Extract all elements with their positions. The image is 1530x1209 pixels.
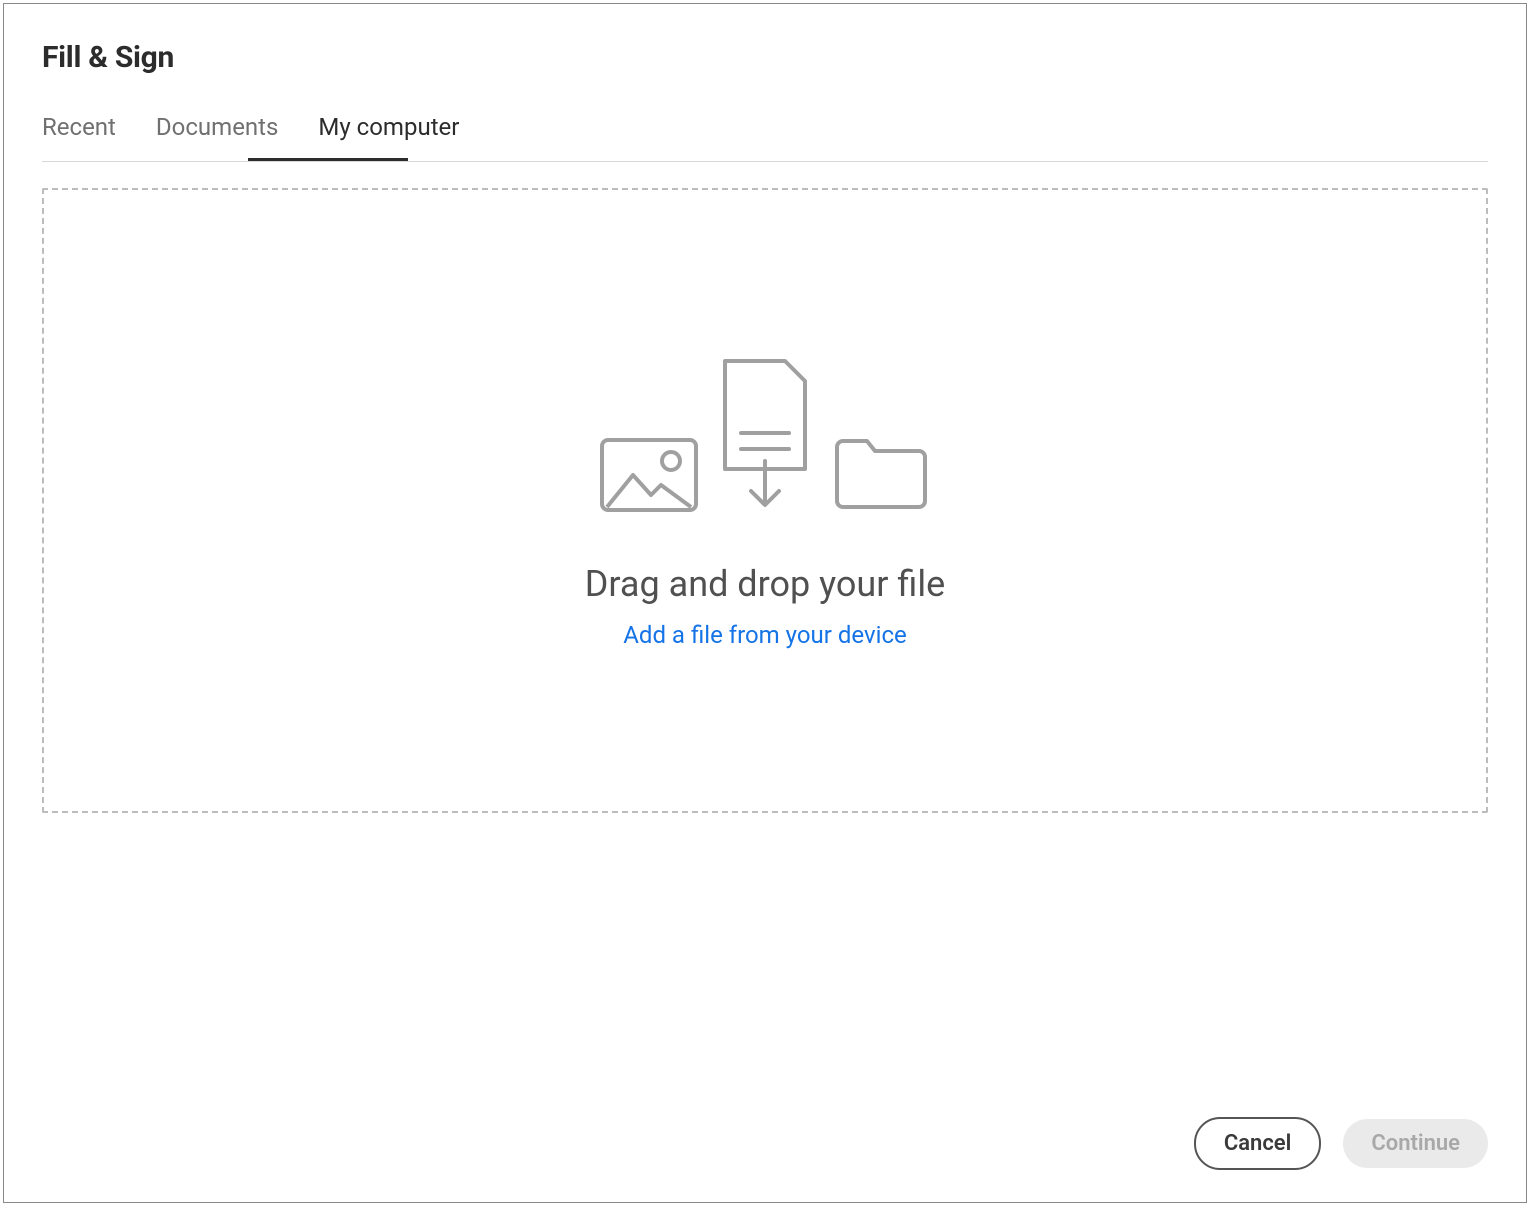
cancel-button[interactable]: Cancel [1194, 1117, 1322, 1170]
dialog-header: Fill & Sign [4, 4, 1526, 75]
dropzone-container: Drag and drop your file Add a file from … [4, 162, 1526, 1202]
dialog-footer: Cancel Continue [1194, 1117, 1488, 1170]
active-tab-indicator [248, 158, 408, 161]
tab-documents[interactable]: Documents [156, 113, 279, 161]
dropzone-heading: Drag and drop your file [585, 563, 945, 605]
image-icon [599, 437, 699, 513]
source-tabs: Recent Documents My computer [4, 113, 1526, 161]
file-dropzone[interactable]: Drag and drop your file Add a file from … [42, 188, 1488, 813]
tab-recent[interactable]: Recent [42, 113, 116, 161]
continue-button[interactable]: Continue [1343, 1119, 1488, 1168]
add-file-link[interactable]: Add a file from your device [623, 621, 906, 649]
page-title: Fill & Sign [42, 40, 1488, 75]
document-download-icon [715, 353, 815, 513]
tab-my-computer[interactable]: My computer [318, 113, 459, 161]
fill-sign-dialog: Fill & Sign Recent Documents My computer [3, 3, 1527, 1203]
folder-icon [831, 435, 931, 513]
dropzone-icons [599, 353, 931, 513]
